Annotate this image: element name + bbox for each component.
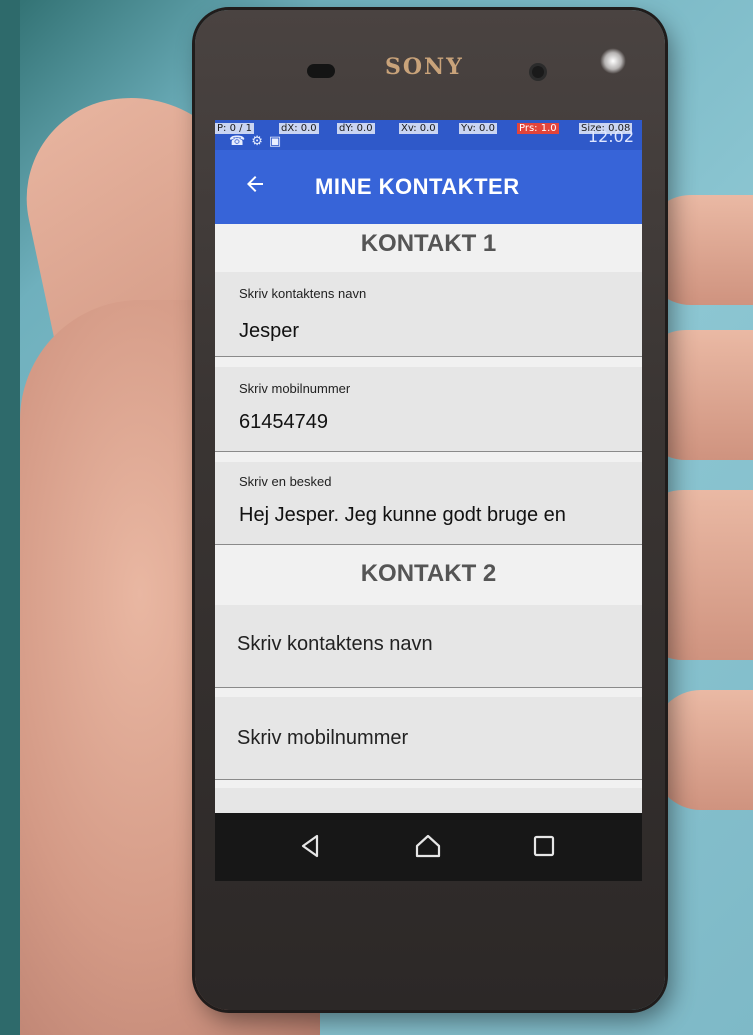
pointer-xv: Xv: 0.0	[399, 123, 438, 134]
contact-2-heading: KONTAKT 2	[360, 560, 497, 587]
navigation-bar	[215, 813, 642, 881]
call-icon: ☎	[229, 134, 252, 149]
contact-2-name-field[interactable]: Skriv kontaktens navn	[215, 605, 642, 688]
phone-screen: P: 0 / 1 dX: 0.0 dY: 0.0 Xv: 0.0 Yv: 0.0…	[215, 120, 642, 813]
contact-2-message-field[interactable]	[215, 788, 642, 813]
clock: 12:02	[587, 127, 634, 146]
contact-1-heading: KONTAKT 1	[360, 230, 497, 257]
contact-2-mobile-placeholder[interactable]: Skriv mobilnummer	[237, 727, 408, 750]
app-bar: MINE KONTAKTER	[215, 150, 642, 224]
contact-1-mobile-label: Skriv mobilnummer	[239, 381, 351, 396]
pointer-count: P: 0 / 1	[215, 123, 255, 134]
contact-2-name-placeholder[interactable]: Skriv kontaktens navn	[237, 633, 433, 656]
nav-recents-icon[interactable]	[529, 831, 559, 861]
contact-1-message-field[interactable]: Skriv en besked Hej Jesper. Jeg kunne go…	[215, 462, 642, 545]
contact-1-message-value[interactable]: Hej Jesper. Jeg kunne godt bruge en	[239, 504, 566, 527]
contact-1-message-label: Skriv en besked	[239, 474, 332, 489]
page-title: MINE KONTAKTER	[315, 174, 520, 199]
pointer-dx: dX: 0.0	[279, 123, 319, 134]
earpiece-speaker	[307, 64, 335, 78]
nav-back-icon[interactable]	[295, 831, 325, 861]
back-arrow-icon[interactable]	[243, 172, 269, 198]
pointer-pressure: Prs: 1.0	[517, 123, 559, 134]
settings-icon: ⚙	[251, 134, 269, 149]
pointer-yv: Yv: 0.0	[459, 123, 497, 134]
contact-1-name-field[interactable]: Skriv kontaktens navn Jesper	[215, 272, 642, 357]
contact-1-mobile-value[interactable]: 61454749	[239, 411, 328, 434]
contact-2-mobile-field[interactable]: Skriv mobilnummer	[215, 697, 642, 780]
device-brand: SONY	[385, 54, 464, 80]
hand-finger	[653, 690, 753, 810]
nav-home-icon[interactable]	[413, 831, 443, 861]
front-camera-icon	[532, 66, 544, 78]
contact-1-name-value[interactable]: Jesper	[239, 320, 299, 343]
pointer-dy: dY: 0.0	[337, 123, 375, 134]
contact-1-mobile-field[interactable]: Skriv mobilnummer 61454749	[215, 367, 642, 452]
image-icon: ▣	[268, 134, 288, 149]
status-bar: P: 0 / 1 dX: 0.0 dY: 0.0 Xv: 0.0 Yv: 0.0…	[215, 120, 642, 150]
status-icons: ☎⚙▣	[229, 134, 287, 149]
background-edge	[0, 0, 20, 1035]
contact-1-name-label: Skriv kontaktens navn	[239, 286, 367, 301]
light-glare	[600, 48, 626, 74]
